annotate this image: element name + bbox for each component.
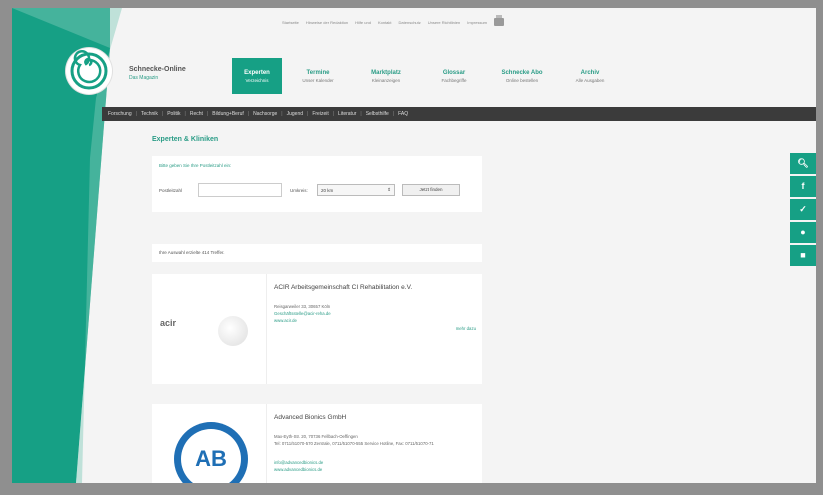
printer-icon[interactable] <box>494 15 505 26</box>
expert-card: acir ACIR Arbeitsgemeinschaft CI Rehabil… <box>152 274 482 384</box>
expert-card: AB Advanced Bionics GmbH Max-Eyth-Str. 2… <box>152 404 482 483</box>
nav-schnecke-abo[interactable]: Schnecke Abo Online bestellen <box>490 58 554 94</box>
separator: | <box>281 111 283 117</box>
twitter-icon[interactable]: ✓ <box>790 199 816 220</box>
social-sidebar: 🔍︎ f ✓ ● ■ <box>790 153 816 266</box>
expert-name[interactable]: Advanced Bionics GmbH <box>274 414 346 421</box>
expert-email[interactable]: info@advancedbionics.de <box>274 460 323 465</box>
result-count: Ihre Auswahl erzielte 414 Treffer. <box>152 244 482 262</box>
expert-email[interactable]: Geschäftsstelle@acir-reha.de <box>274 311 331 316</box>
nav-glossar[interactable]: Glossar Fachbegriffe <box>422 58 486 94</box>
category-recht[interactable]: Recht <box>190 111 203 117</box>
main-navigation: Experten Verzeichnis Termine Unser Kalen… <box>232 58 622 94</box>
brand-subtitle: Das Magazin <box>129 75 159 81</box>
nav-termine[interactable]: Termine Unser Kalender <box>286 58 350 94</box>
expert-website[interactable]: www.acir.de <box>274 318 297 323</box>
nav-label: Termine <box>306 69 330 76</box>
topbar-link-editorial[interactable]: Hinweise der Redaktion <box>306 20 348 25</box>
nav-sublabel: Online bestellen <box>505 77 539 83</box>
topbar-link-start[interactable]: Startseite <box>282 20 299 25</box>
nav-label: Glossar <box>442 69 466 76</box>
separator: | <box>135 111 137 117</box>
brand-title: Schnecke-Online <box>129 66 186 73</box>
facebook-icon[interactable]: f <box>790 176 816 197</box>
nav-label: Archiv <box>580 69 600 76</box>
browser-viewport: Startseite Hinweise der Redaktion Hilfe … <box>12 8 816 483</box>
brand-block[interactable]: Schnecke-Online Das Magazin <box>129 66 186 81</box>
nav-sublabel: Unser Kalender <box>302 77 334 83</box>
acir-logo-text: acir <box>160 318 177 328</box>
spiral-logo-icon <box>70 50 108 90</box>
category-faq[interactable]: FAQ <box>398 111 408 117</box>
chat-icon[interactable]: ■ <box>790 245 816 266</box>
nav-marktplatz[interactable]: Marktplatz Kleinanzeigen <box>354 58 418 94</box>
page-title: Experten & Kliniken <box>152 136 219 143</box>
topbar-link-imprint[interactable]: Impressum <box>467 20 487 25</box>
category-nachsorge[interactable]: Nachsorge <box>253 111 277 117</box>
postal-code-input[interactable] <box>198 183 282 197</box>
expert-logo[interactable]: AB <box>152 404 267 483</box>
expert-logo[interactable]: acir <box>152 274 267 384</box>
separator: | <box>161 111 164 117</box>
category-politik[interactable]: Politik <box>167 111 180 117</box>
nav-label: Marktplatz <box>371 69 401 76</box>
nav-sublabel: Verzeichnis <box>245 77 269 83</box>
category-jugend[interactable]: Jugend <box>287 111 303 117</box>
radius-select[interactable]: 20 km ⇕ <box>317 184 395 196</box>
category-bildung-beruf[interactable]: Bildung+Beruf <box>212 111 244 117</box>
expert-phone: Tel: 0711/51070-570 Zentrale, 0711/51070… <box>274 441 434 446</box>
search-prompt: Bitte geben Sie Ihre Postleitzahl ein: <box>159 163 232 168</box>
nav-label: Schnecke Abo <box>501 69 543 76</box>
separator: | <box>247 111 250 117</box>
radius-label: Umkreis: <box>290 188 308 193</box>
comment-icon[interactable]: ● <box>790 222 816 243</box>
topbar-link-help[interactable]: Hilfe und <box>355 20 371 25</box>
separator: | <box>332 111 335 117</box>
find-now-button[interactable]: Jetzt finden <box>402 184 460 196</box>
expert-website[interactable]: www.advancedbionics.de <box>274 467 322 472</box>
topbar-link-guidelines[interactable]: Unsere Richtlinien <box>428 20 460 25</box>
nav-archiv[interactable]: Archiv Alle Ausgaben <box>558 58 622 94</box>
expert-address: Max-Eyth-Str. 20, 70736 Fellbach-Oeffing… <box>274 434 358 439</box>
ab-logo-circle: AB <box>174 422 248 483</box>
nav-sublabel: Kleinanzeigen <box>371 77 401 83</box>
category-bar: Forschung | Technik | Politik | Recht | Bild… <box>102 107 816 121</box>
site-logo[interactable] <box>66 48 112 94</box>
acir-logo-graphic <box>218 316 248 346</box>
expert-address: Reisgarweiler 33, 30657 Köln <box>274 304 331 309</box>
category-selbsthilfe[interactable]: Selbsthilfe <box>366 111 389 117</box>
category-technik[interactable]: Technik <box>141 111 158 117</box>
nav-sublabel: Fachbegriffe <box>441 77 467 83</box>
top-utility-bar: Startseite Hinweise der Redaktion Hilfe … <box>282 14 505 30</box>
nav-sublabel: Alle Ausgaben <box>575 77 605 83</box>
topbar-link-contact[interactable]: Kontakt <box>378 20 392 25</box>
nav-label: Experten <box>244 69 270 76</box>
radius-value: 20 km <box>321 187 334 193</box>
separator: | <box>307 111 309 117</box>
ab-logo-text: AB <box>181 429 241 483</box>
separator: | <box>392 111 395 117</box>
search-icon[interactable]: 🔍︎ <box>790 153 816 174</box>
category-forschung[interactable]: Forschung <box>108 111 132 117</box>
separator: | <box>360 111 362 117</box>
postal-code-label: Postleitzahl <box>159 188 183 193</box>
topbar-link-privacy[interactable]: Datenschutz <box>399 20 421 25</box>
postal-search-form: Bitte geben Sie Ihre Postleitzahl ein: P… <box>152 156 482 212</box>
more-link[interactable]: mehr dazu <box>456 326 476 331</box>
separator: | <box>184 111 186 117</box>
expert-name[interactable]: ACIR Arbeitsgemeinschaft CI Rehabilitati… <box>274 284 412 291</box>
select-arrows-icon: ⇕ <box>387 187 391 192</box>
separator: | <box>206 111 209 117</box>
nav-experten[interactable]: Experten Verzeichnis <box>232 58 282 94</box>
category-freizeit[interactable]: Freizeit <box>312 111 328 117</box>
category-literatur[interactable]: Literatur <box>338 111 356 117</box>
